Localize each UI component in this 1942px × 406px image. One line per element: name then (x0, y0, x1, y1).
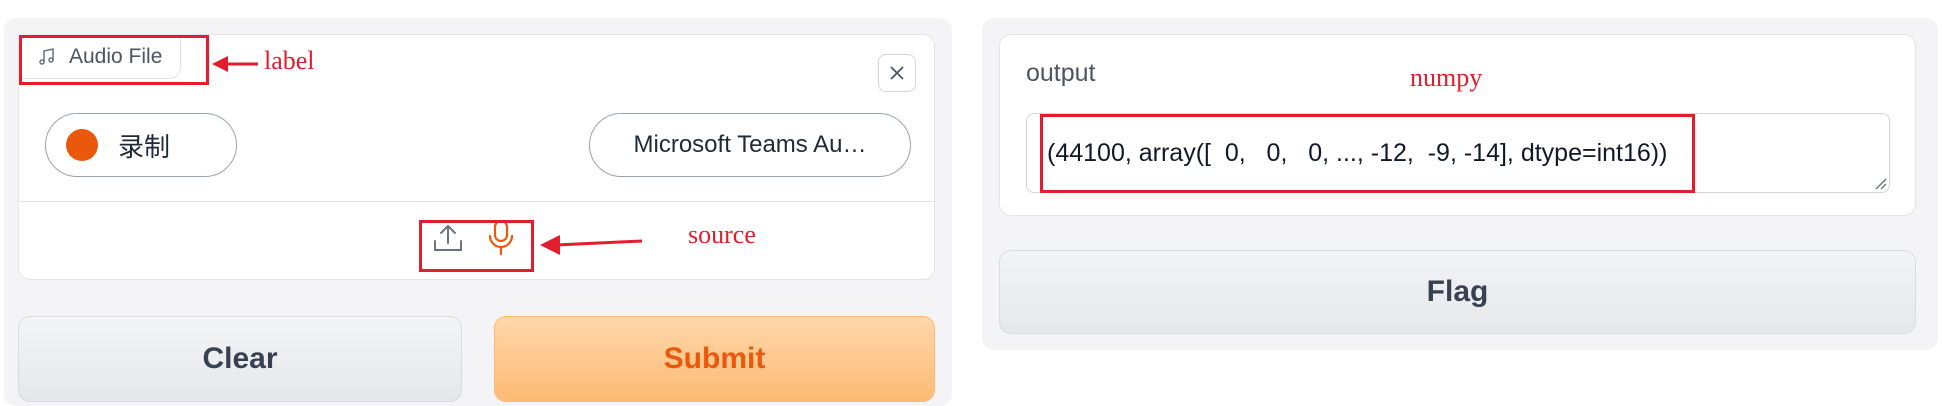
record-button[interactable]: 录制 (45, 113, 237, 177)
source-arrow-icon (540, 231, 644, 255)
source-annotation: source (688, 220, 756, 249)
label-highlight-box (19, 35, 209, 85)
numpy-highlight-box (1040, 114, 1695, 193)
microphone-device-select-value: Microsoft Teams Au… (633, 131, 867, 158)
record-button-label: 录制 (118, 131, 171, 162)
flag-button-label: Flag (1426, 275, 1489, 308)
close-button[interactable] (878, 54, 916, 92)
flag-button[interactable]: Flag (999, 250, 1916, 334)
resize-handle-icon[interactable] (1873, 176, 1887, 190)
numpy-annotation: numpy (1410, 63, 1483, 92)
submit-button-label: Submit (663, 342, 766, 375)
output-label: output (1026, 59, 1096, 87)
clear-button-label: Clear (202, 342, 278, 375)
label-arrow-icon (212, 54, 262, 74)
clear-button[interactable]: Clear (18, 316, 462, 402)
source-highlight-box (419, 220, 534, 272)
label-annotation: label (264, 46, 315, 75)
submit-button[interactable]: Submit (494, 316, 935, 402)
microphone-device-select[interactable]: Microsoft Teams Au… (589, 113, 911, 177)
close-icon (888, 64, 906, 82)
record-dot-icon (66, 129, 98, 161)
source-divider (19, 201, 934, 202)
